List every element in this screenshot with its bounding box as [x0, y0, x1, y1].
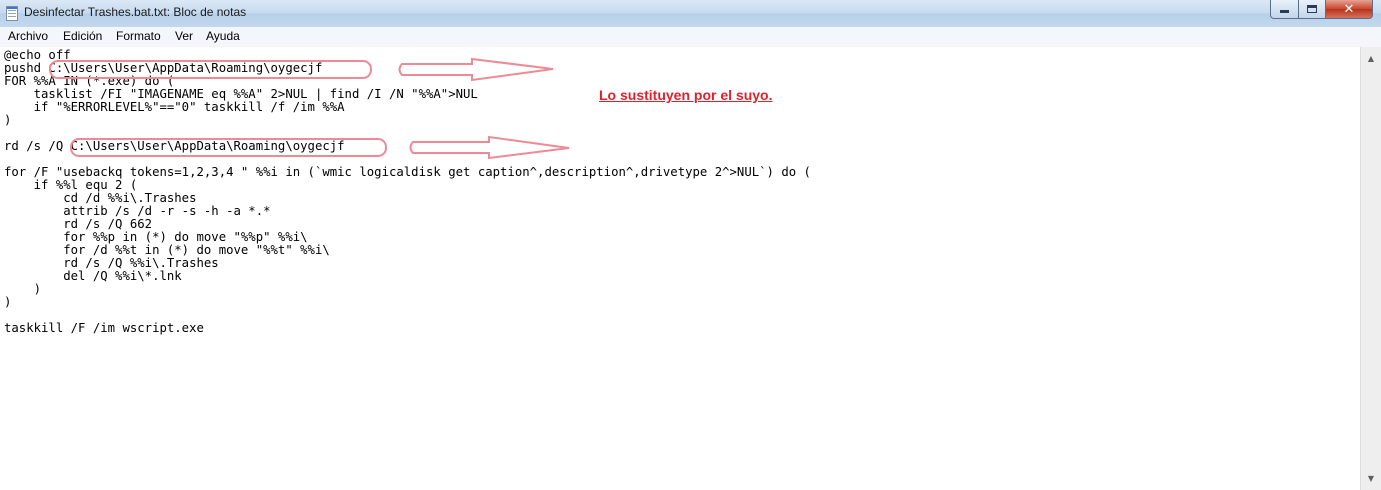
annotation-note: Lo sustituyen por el suyo.: [599, 87, 773, 103]
arrow-right-icon: [409, 135, 570, 160]
path-highlight-markup: [49, 57, 570, 160]
arrow-right-icon: [398, 57, 554, 82]
path-highlight-ellipse: [70, 138, 387, 157]
notepad-window: Desinfectar Trashes.bat.txt: Bloc de not…: [0, 0, 1381, 490]
vertical-scrollbar[interactable]: ▲ ▼: [1360, 47, 1381, 490]
scroll-down-icon[interactable]: ▼: [1361, 470, 1381, 487]
path-highlight-ellipse: [49, 60, 372, 79]
scroll-up-icon[interactable]: ▲: [1361, 50, 1381, 67]
